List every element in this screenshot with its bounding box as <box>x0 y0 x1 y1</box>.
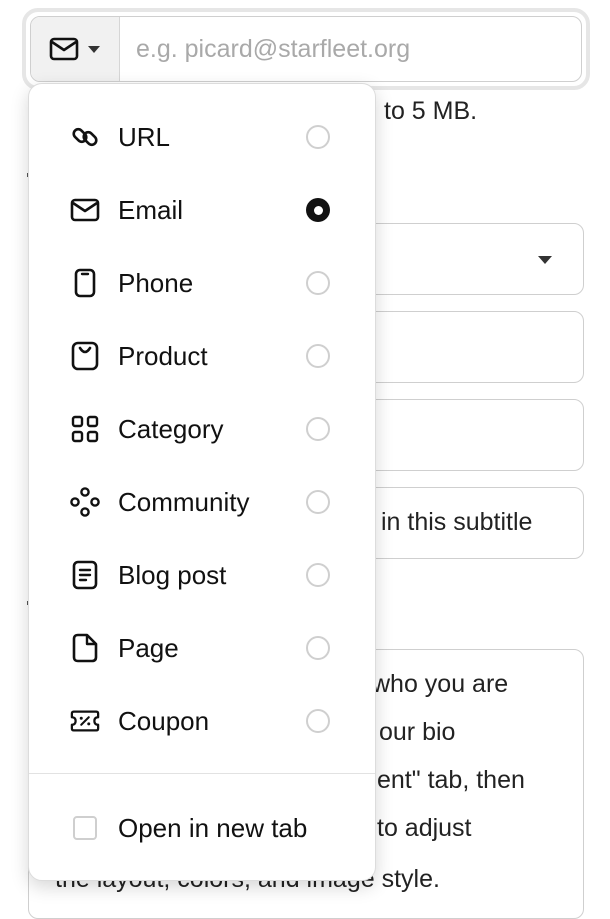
subtitle-value: in this subtitle <box>381 508 533 536</box>
menu-item-label: Phone <box>118 267 194 298</box>
menu-item-label: Product <box>118 340 208 371</box>
link-field <box>22 8 590 90</box>
bio-line: ent" tab, then <box>377 766 525 794</box>
link-type-menu: URL Email Phone Product Category Communi… <box>28 83 376 881</box>
menu-item-phone[interactable]: Phone <box>29 253 375 313</box>
bio-line: who you are <box>372 670 509 698</box>
radio-button[interactable] <box>306 417 330 441</box>
radio-button[interactable] <box>306 271 330 295</box>
menu-item-label: Email <box>118 194 184 225</box>
radio-button[interactable] <box>306 490 330 514</box>
link-icon <box>70 122 100 152</box>
menu-item-community[interactable]: Community <box>29 472 375 532</box>
phone-icon <box>70 268 100 298</box>
mail-icon <box>70 195 100 225</box>
shopping-bag-icon <box>70 341 100 371</box>
link-type-button[interactable] <box>31 17 120 81</box>
menu-item-category[interactable]: Category <box>29 399 375 459</box>
radio-button[interactable] <box>306 709 330 733</box>
caret-down-icon <box>88 45 100 53</box>
menu-item-label: URL <box>118 121 171 152</box>
menu-divider <box>29 773 375 774</box>
grid-icon <box>70 414 100 444</box>
menu-item-label: Coupon <box>118 705 210 736</box>
menu-item-label: Blog post <box>118 559 227 590</box>
page-icon <box>70 633 100 663</box>
coupon-icon <box>70 706 100 736</box>
radio-button[interactable] <box>306 563 330 587</box>
menu-item-label: Page <box>118 632 179 663</box>
link-field-inner <box>30 16 582 82</box>
menu-item-url[interactable]: URL <box>29 107 375 167</box>
caret-down-icon <box>538 256 552 264</box>
bio-line: our bio <box>379 718 456 746</box>
menu-item-email[interactable]: Email <box>29 180 375 240</box>
bio-line: to adjust <box>377 814 472 842</box>
link-input[interactable] <box>120 17 581 81</box>
radio-button[interactable] <box>306 636 330 660</box>
radio-button[interactable] <box>306 344 330 368</box>
file-size-hint: to 5 MB. <box>384 97 478 125</box>
radio-button-selected[interactable] <box>306 198 330 222</box>
open-in-new-tab-checkbox[interactable] <box>73 816 97 840</box>
menu-item-label: Community <box>118 486 250 517</box>
open-in-new-tab-option[interactable]: Open in new tab <box>29 798 375 858</box>
mail-icon <box>49 37 79 61</box>
open-in-new-tab-label: Open in new tab <box>118 812 308 843</box>
menu-item-label: Category <box>118 413 224 444</box>
menu-item-product[interactable]: Product <box>29 326 375 386</box>
menu-item-page[interactable]: Page <box>29 618 375 678</box>
document-icon <box>70 560 100 590</box>
community-icon <box>70 487 100 517</box>
menu-item-coupon[interactable]: Coupon <box>29 691 375 751</box>
radio-button[interactable] <box>306 125 330 149</box>
menu-item-blog-post[interactable]: Blog post <box>29 545 375 605</box>
